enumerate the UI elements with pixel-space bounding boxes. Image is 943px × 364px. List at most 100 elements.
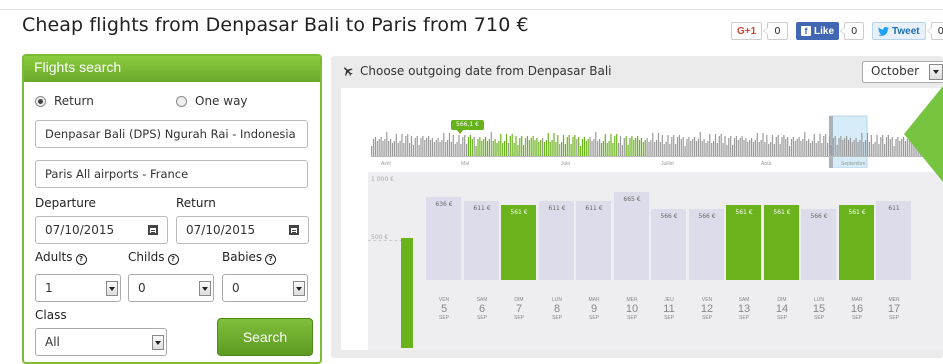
day-number: 17 [887, 303, 901, 315]
twitter-bird-icon [878, 26, 889, 36]
adults-select[interactable]: 1 [35, 274, 121, 302]
price-bar[interactable] [501, 205, 536, 280]
flights-search-panel: Flights search Return One way Denpasar B… [22, 54, 322, 364]
day-month: SEP [776, 315, 787, 321]
facebook-icon: f [801, 26, 811, 36]
origin-field[interactable]: Denpasar Bali (DPS) Ngurah Rai - Indones… [35, 120, 308, 148]
price-label: 566 € [810, 213, 828, 220]
destination-field[interactable]: Paris All airports - France [35, 160, 308, 188]
price-bar[interactable] [426, 197, 461, 280]
departure-label: Departure [35, 196, 96, 210]
price-bar[interactable] [464, 201, 499, 280]
search-button[interactable]: Search [217, 318, 313, 356]
return-date-value: 07/10/2015 [186, 223, 256, 237]
radio-selected-icon [35, 95, 46, 107]
month-select[interactable]: October [862, 61, 943, 83]
chevron-down-icon [929, 64, 943, 80]
panel-header: Flights search [24, 56, 320, 82]
childs-label: Childs? [128, 250, 179, 265]
day-label[interactable]: DIM 7 SEP [504, 298, 534, 321]
adults-value: 1 [45, 281, 53, 295]
month-value: October [871, 64, 920, 78]
price-bar[interactable] [726, 205, 761, 280]
price-bar[interactable] [614, 192, 649, 280]
price-label: 561 € [848, 209, 866, 216]
price-label: 611 € [548, 205, 566, 212]
price-label: 636 € [435, 201, 453, 208]
chevron-down-icon [293, 281, 305, 296]
facebook-like-label: Like [814, 25, 835, 37]
day-month: SEP [663, 315, 674, 321]
price-bar[interactable] [839, 205, 874, 280]
help-icon[interactable]: ? [167, 254, 179, 265]
day-number: 12 [700, 303, 714, 315]
day-number: 9 [590, 303, 598, 315]
price-label: 611 € [473, 205, 491, 212]
day-number: 11 [663, 303, 675, 315]
day-label[interactable]: VEN 5 SEP [429, 298, 459, 321]
price-bar[interactable] [576, 201, 611, 280]
babies-select[interactable]: 0 [222, 274, 308, 302]
calendar-panel: Choose outgoing date from Denpasar Bali … [331, 56, 943, 358]
day-month: SEP [513, 315, 524, 321]
childs-label-text: Childs [128, 250, 165, 264]
price-label: 611 € [585, 205, 603, 212]
price-bars: 636 € VEN 5 SEP 611 € SAM 6 SEP 561 € DIM 7 SEP 611 … [341, 88, 943, 350]
google-plus-button[interactable]: G+1 [731, 22, 763, 40]
class-select[interactable]: All [35, 328, 167, 356]
childs-select[interactable]: 0 [128, 274, 214, 302]
babies-label: Babies? [222, 250, 277, 265]
price-label: 561 € [510, 209, 528, 216]
class-value: All [45, 335, 60, 349]
day-label[interactable]: MAR 9 SEP [579, 298, 609, 321]
chevron-down-icon [152, 335, 164, 350]
departure-date-value: 07/10/2015 [45, 223, 115, 237]
day-label[interactable]: VEN 12 SEP [692, 298, 722, 321]
price-label: 561 € [735, 209, 753, 216]
return-radio[interactable]: Return [35, 94, 94, 108]
help-icon[interactable]: ? [265, 254, 277, 265]
day-label[interactable]: JEU 11 SEP [654, 298, 684, 321]
calendar-chart: Avril Mai Juin Juillet Août Septembre 566,1 €… [341, 88, 943, 350]
scroll-next-arrow[interactable] [904, 86, 943, 182]
day-month: SEP [738, 315, 749, 321]
help-icon[interactable]: ? [75, 254, 87, 265]
day-label[interactable]: MAR 16 SEP [842, 298, 872, 321]
price-label: 566 € [660, 213, 678, 220]
tweet-count: 0 [926, 22, 943, 40]
facebook-like-button[interactable]: f Like [796, 22, 840, 40]
day-number: 15 [812, 303, 826, 315]
price-bar[interactable] [764, 205, 799, 280]
day-month: SEP [551, 315, 562, 321]
return-date-input[interactable]: 07/10/2015 [176, 216, 309, 244]
day-label[interactable]: LUN 8 SEP [542, 298, 572, 321]
return-radio-label: Return [54, 94, 94, 108]
price-bar[interactable] [876, 201, 911, 280]
day-month: SEP [813, 315, 824, 321]
price-bar-previous[interactable] [401, 238, 413, 348]
return-date-label: Return [176, 196, 216, 210]
calendar-icon[interactable] [289, 225, 299, 235]
calendar-icon[interactable] [148, 225, 158, 235]
price-bar[interactable] [539, 201, 574, 280]
price-label: 561 € [773, 209, 791, 216]
day-label[interactable]: SAM 13 SEP [729, 298, 759, 321]
calendar-title: Choose outgoing date from Denpasar Bali [342, 64, 612, 78]
adults-label: Adults? [35, 250, 87, 265]
day-number: 14 [775, 303, 789, 315]
oneway-radio[interactable]: One way [176, 94, 248, 108]
page-title: Cheap flights from Denpasar Bali to Pari… [22, 14, 529, 36]
plane-icon [344, 67, 353, 76]
tweet-button[interactable]: Tweet [872, 22, 926, 40]
day-month: SEP [701, 315, 712, 321]
day-label[interactable]: LUN 15 SEP [804, 298, 834, 321]
chevron-down-icon [106, 281, 118, 296]
day-label[interactable]: MER 10 SEP [617, 298, 647, 321]
departure-date-input[interactable]: 07/10/2015 [35, 216, 168, 244]
class-label: Class [35, 308, 67, 322]
day-label[interactable]: DIM 14 SEP [767, 298, 797, 321]
day-label[interactable]: MER 17 SEP [879, 298, 909, 321]
top-divider [0, 0, 943, 10]
chevron-down-icon [199, 281, 211, 296]
day-label[interactable]: SAM 6 SEP [467, 298, 497, 321]
